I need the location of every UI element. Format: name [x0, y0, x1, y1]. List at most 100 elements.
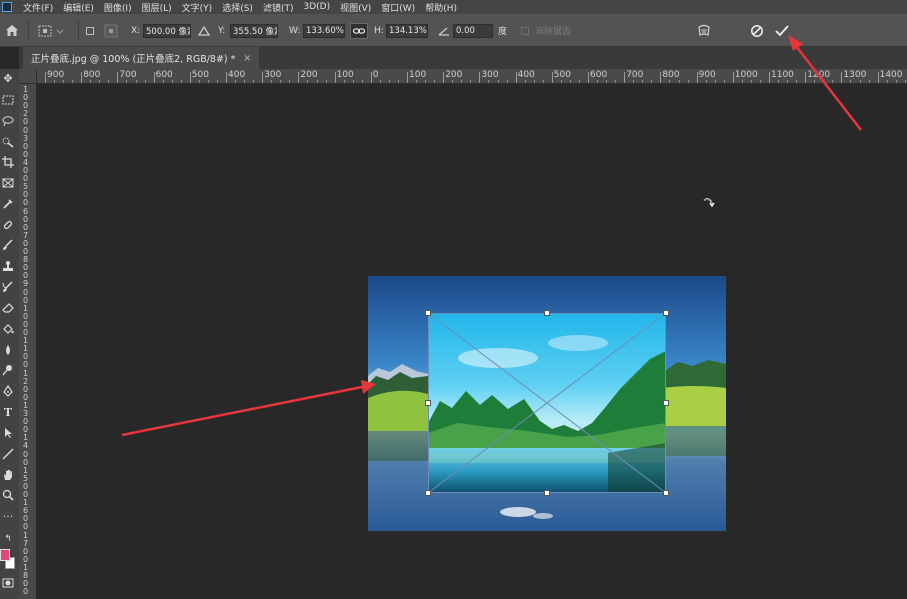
link-aspect-button[interactable]: [350, 14, 368, 47]
ruler-minor-tick: [542, 80, 544, 83]
lasso-tool-icon[interactable]: [1, 115, 15, 129]
reference-point-checkbox[interactable]: [86, 14, 94, 47]
ruler-major-tick: [407, 72, 408, 83]
close-icon[interactable]: ×: [243, 53, 251, 64]
healing-brush-tool-icon[interactable]: [1, 219, 15, 233]
frame-tool-icon[interactable]: [1, 177, 15, 191]
ruler-minor-tick: [633, 80, 635, 83]
ruler-major-tick: [841, 72, 843, 83]
pen-tool-icon[interactable]: [1, 384, 15, 399]
width-input[interactable]: 133.60%: [303, 23, 345, 38]
menu-select[interactable]: 选择(S): [217, 1, 258, 14]
ruler-major-tick: [226, 72, 227, 83]
ruler-minor-tick: [506, 80, 508, 83]
swap-colors-icon[interactable]: ↰: [1, 532, 15, 546]
menu-file[interactable]: 文件(F): [18, 1, 58, 14]
quick-mask-icon[interactable]: [1, 577, 15, 591]
ruler-label: 800: [662, 70, 680, 80]
ruler-minor-tick: [787, 80, 789, 83]
x-input[interactable]: 500.00 像素: [143, 23, 191, 38]
menu-type[interactable]: 文字(Y): [177, 1, 218, 14]
menu-edit[interactable]: 编辑(E): [58, 1, 99, 14]
transformed-layer[interactable]: [428, 313, 666, 493]
transform-preset-button[interactable]: [37, 14, 65, 47]
reference-grid-button[interactable]: [104, 14, 118, 47]
document-tab[interactable]: 正片叠底.jpg @ 100% (正片叠底2, RGB/8#) * ×: [23, 47, 259, 69]
transform-handle-top-left[interactable]: [425, 310, 431, 316]
brush-tool-icon[interactable]: [1, 239, 15, 253]
more-tools-icon[interactable]: ···: [1, 510, 15, 524]
ruler-minor-tick: [135, 80, 137, 83]
transform-handle-bottom[interactable]: [544, 490, 550, 496]
transform-handle-left[interactable]: [425, 400, 431, 406]
ruler-minor-tick: [171, 80, 173, 83]
transform-handle-bottom-right[interactable]: [663, 490, 669, 496]
path-selection-tool-icon[interactable]: [1, 427, 15, 441]
eyedropper-tool-icon[interactable]: [1, 198, 15, 212]
vertical-ruler[interactable]: 1002003004005006007008009001000110012001…: [19, 84, 37, 599]
ruler-minor-tick: [198, 80, 200, 83]
ruler-minor-tick: [325, 80, 327, 83]
angle-input[interactable]: 0.00: [453, 23, 493, 38]
crop-tool-icon[interactable]: [1, 156, 15, 170]
ruler-label: 400: [517, 70, 535, 80]
menu-layer[interactable]: 图层(L): [137, 1, 177, 14]
ruler-label: 500: [191, 70, 209, 80]
menu-image[interactable]: 图像(I): [99, 1, 137, 14]
menu-filter[interactable]: 滤镜(T): [258, 1, 299, 14]
canvas-area[interactable]: [37, 84, 907, 599]
transform-handle-bottom-left[interactable]: [425, 490, 431, 496]
zoom-tool-icon[interactable]: [1, 489, 15, 503]
commit-transform-button[interactable]: [774, 14, 790, 47]
home-icon: [6, 25, 18, 36]
cancel-transform-button[interactable]: [750, 14, 764, 47]
cancel-icon: [751, 24, 763, 37]
paint-bucket-tool-icon[interactable]: [1, 323, 15, 337]
transform-handle-top[interactable]: [544, 310, 550, 316]
move-tool-icon[interactable]: ✥: [1, 72, 15, 86]
transform-handle-right[interactable]: [663, 400, 669, 406]
ruler-minor-tick: [54, 80, 56, 83]
menu-view[interactable]: 视图(V): [335, 1, 376, 14]
ruler-label: 200: [445, 70, 463, 80]
photoshop-logo-icon[interactable]: [2, 2, 12, 12]
warp-button[interactable]: [697, 14, 711, 47]
ruler-major-tick: [443, 72, 445, 83]
divider: [28, 20, 29, 40]
ruler-label: 100: [409, 70, 427, 80]
horizontal-ruler[interactable]: 900 800 700 600 500 400 300 200 100 0 100 200 300 400…: [37, 69, 907, 84]
ruler-minor-tick: [280, 80, 282, 83]
line-tool-icon[interactable]: [1, 448, 15, 462]
ruler-minor-tick: [99, 80, 101, 83]
ruler-minor-tick: [352, 80, 354, 83]
ruler-origin[interactable]: [19, 69, 37, 84]
home-button[interactable]: [5, 14, 19, 47]
ruler-minor-tick: [904, 80, 906, 83]
menu-3d[interactable]: 3D(D): [298, 2, 335, 12]
eraser-tool-icon[interactable]: [1, 302, 15, 316]
ruler-minor-tick: [859, 80, 861, 83]
antialias-toggle[interactable]: 消除锯齿: [521, 14, 571, 47]
checkmark-icon: [775, 24, 789, 36]
ruler-minor-tick: [470, 80, 472, 83]
quick-selection-tool-icon[interactable]: [1, 136, 15, 150]
blur-tool-icon[interactable]: [1, 344, 15, 358]
ruler-minor-tick: [253, 80, 255, 83]
history-brush-tool-icon[interactable]: [1, 281, 15, 295]
menu-help[interactable]: 帮助(H): [420, 1, 462, 14]
height-input[interactable]: 134.13%: [386, 23, 428, 38]
menu-window[interactable]: 窗口(W): [376, 1, 420, 14]
clone-stamp-tool-icon[interactable]: [1, 260, 15, 274]
type-tool-icon[interactable]: T: [1, 406, 15, 420]
marquee-tool-icon[interactable]: [1, 94, 15, 108]
foreground-color-swatch[interactable]: [0, 549, 10, 561]
relative-position-icon[interactable]: [198, 25, 210, 36]
y-input[interactable]: 355.50 像素: [230, 23, 278, 38]
ruler-minor-tick: [741, 80, 743, 83]
ruler-major-tick: [660, 72, 662, 83]
ruler-minor-tick: [759, 80, 761, 83]
hand-tool-icon[interactable]: [1, 469, 15, 483]
dodge-tool-icon[interactable]: [1, 364, 15, 378]
antialias-checkbox[interactable]: [521, 26, 529, 35]
transform-handle-top-right[interactable]: [663, 310, 669, 316]
